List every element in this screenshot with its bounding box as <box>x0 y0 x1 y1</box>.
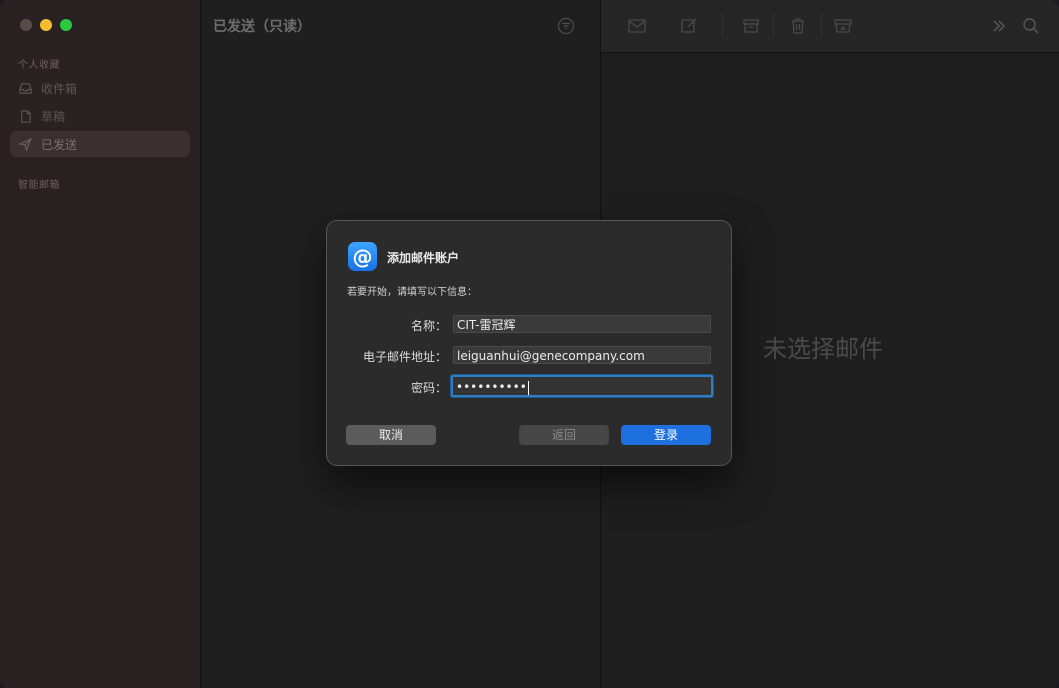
password-label: 密码： <box>410 381 447 395</box>
sidebar-item-label: 收件箱 <box>41 81 78 96</box>
window-controls <box>20 19 72 31</box>
envelope-icon[interactable] <box>627 16 647 36</box>
mail-window: 个人收藏 收件箱 草稿 已发送 智能邮箱 已发送（只读） 未选择邮件 @ 添加邮… <box>0 0 1059 688</box>
name-field-value: CIT-雷冠辉 <box>457 318 516 332</box>
toolbar <box>601 0 1059 53</box>
search-icon[interactable] <box>1021 16 1041 36</box>
mail-at-icon: @ <box>348 242 377 271</box>
email-field[interactable]: leiguanhui@genecompany.com <box>453 346 711 364</box>
filter-icon[interactable] <box>557 17 575 35</box>
compose-icon[interactable] <box>679 16 699 36</box>
paper-plane-icon <box>18 137 33 152</box>
more-chevron-icon[interactable] <box>989 16 1009 36</box>
password-field-value: •••••••••• <box>456 380 527 394</box>
no-message-selected-label: 未选择邮件 <box>763 335 883 363</box>
trash-icon[interactable] <box>788 16 808 36</box>
sidebar-item-inbox[interactable]: 收件箱 <box>10 75 190 101</box>
email-field-value: leiguanhui@genecompany.com <box>457 349 645 363</box>
add-mail-account-dialog: @ 添加邮件账户 若要开始，请填写以下信息： 名称： CIT-雷冠辉 电子邮件地… <box>327 221 731 465</box>
sidebar: 个人收藏 收件箱 草稿 已发送 智能邮箱 <box>0 0 201 688</box>
inbox-icon <box>19 82 32 94</box>
login-button[interactable]: 登录 <box>621 425 711 445</box>
password-field[interactable]: •••••••••• <box>451 375 713 397</box>
sidebar-item-label: 草稿 <box>41 109 66 124</box>
sidebar-item-sent[interactable]: 已发送 <box>10 131 190 157</box>
cancel-button[interactable]: 取消 <box>346 425 436 445</box>
name-label: 名称： <box>410 319 447 333</box>
email-label: 电子邮件地址： <box>362 350 447 364</box>
sidebar-section-favorites: 个人收藏 <box>18 60 60 71</box>
toolbar-separator <box>821 14 822 36</box>
close-window-button[interactable] <box>20 19 32 31</box>
toolbar-separator <box>722 14 723 36</box>
junk-icon[interactable] <box>833 16 853 36</box>
toolbar-separator <box>773 14 774 36</box>
dialog-subtitle: 若要开始，请填写以下信息： <box>347 287 477 298</box>
sidebar-section-smart-mailboxes: 智能邮箱 <box>18 180 60 191</box>
minimize-window-button[interactable] <box>40 19 52 31</box>
archive-icon[interactable] <box>741 16 761 36</box>
sidebar-item-drafts[interactable]: 草稿 <box>10 103 190 129</box>
mailbox-title: 已发送（只读） <box>213 19 311 35</box>
text-caret <box>527 380 529 395</box>
zoom-window-button[interactable] <box>60 19 72 31</box>
back-button[interactable]: 返回 <box>519 425 609 445</box>
sidebar-item-label: 已发送 <box>41 137 78 152</box>
document-icon <box>21 109 31 123</box>
dialog-title: 添加邮件账户 <box>387 251 460 265</box>
name-field[interactable]: CIT-雷冠辉 <box>453 315 711 333</box>
